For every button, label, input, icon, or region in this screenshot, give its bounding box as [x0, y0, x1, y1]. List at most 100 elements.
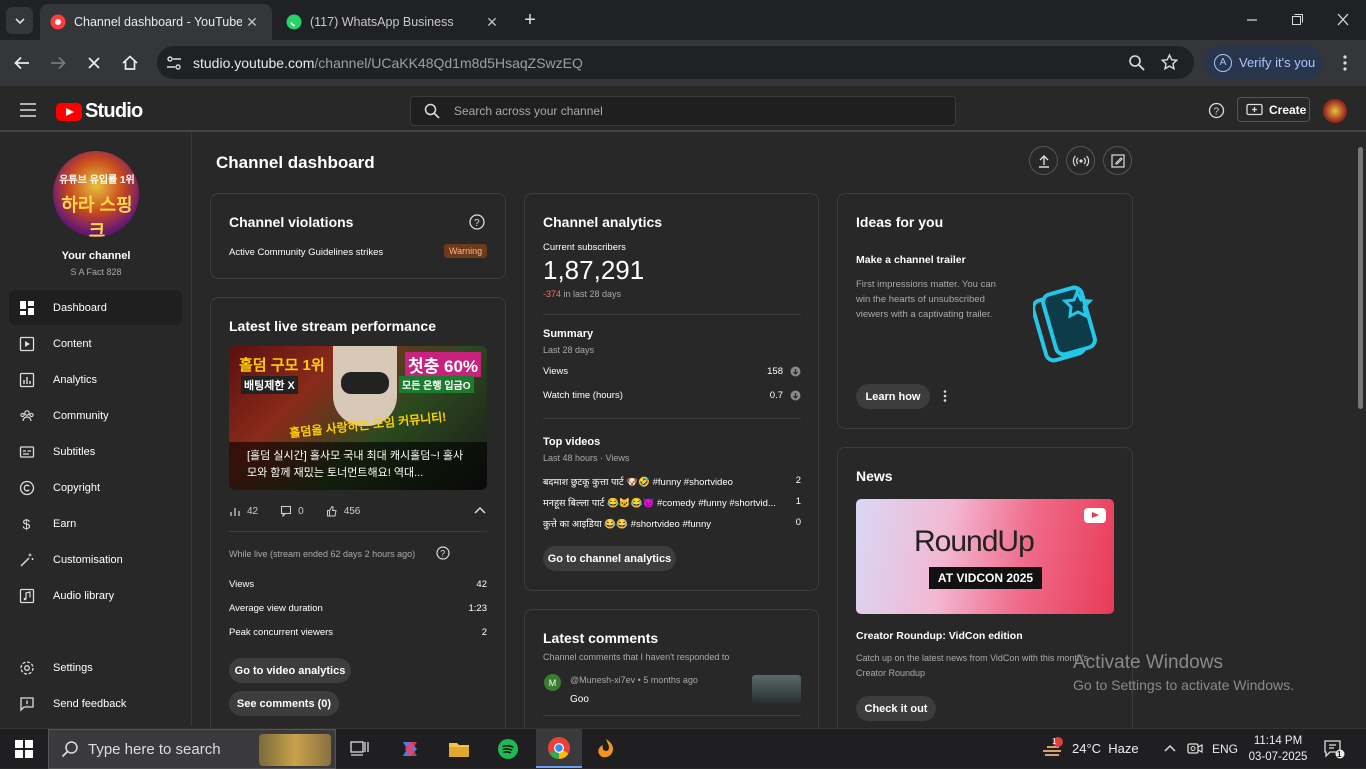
sidebar-item-customisation[interactable]: Customisation	[9, 542, 182, 577]
sidebar-item-content[interactable]: Content	[9, 326, 182, 361]
create-button[interactable]: Create	[1237, 97, 1310, 122]
url-path: /channel/UCaKK48Qd1m8d5HsaqZSwzEQ	[314, 54, 583, 71]
analytics-icon	[17, 370, 37, 390]
chrome-taskbar-icon[interactable]	[536, 729, 582, 768]
tab-title: Channel dashboard - YouTube Studio	[74, 15, 242, 29]
file-explorer-icon[interactable]	[443, 733, 475, 765]
top-video-row[interactable]: कुत्ते का आइडिया 😂😂 #shortvideo #funny 0	[543, 517, 801, 530]
channel-analytics-card: Channel analytics Current subscribers 1,…	[524, 193, 819, 591]
tab-search-button[interactable]	[6, 7, 33, 34]
card-title: Ideas for you	[856, 214, 944, 230]
spotify-icon[interactable]	[492, 733, 524, 765]
home-button[interactable]	[119, 52, 141, 74]
sidebar-item-copyright[interactable]: Copyright	[9, 470, 182, 505]
svg-text:?: ?	[474, 218, 480, 229]
clock-time: 11:14 PM	[1253, 735, 1303, 747]
scrollbar-thumb[interactable]	[1358, 147, 1363, 409]
sidebar-item-community[interactable]: Community	[9, 398, 182, 433]
close-window-button[interactable]	[1331, 9, 1355, 31]
account-avatar[interactable]	[1323, 99, 1347, 123]
top-videos-title: Top videos	[543, 436, 601, 448]
watermark-line2: Go to Settings to activate Windows.	[1073, 677, 1294, 693]
sidebar-item-audio-library[interactable]: Audio library	[9, 578, 182, 613]
taskbar-search-input[interactable]: Type here to search	[48, 729, 336, 769]
create-post-button[interactable]	[1103, 146, 1132, 175]
audio-library-icon	[17, 586, 37, 606]
fl-studio-icon[interactable]	[590, 733, 622, 765]
views-count: 42	[247, 505, 259, 517]
site-info-icon[interactable]	[165, 54, 183, 72]
help-icon[interactable]: ?	[436, 546, 450, 560]
go-to-video-analytics-button[interactable]: Go to video analytics	[229, 658, 351, 683]
weather-text[interactable]: 24°C Haze	[1072, 741, 1139, 756]
sidebar-item-subtitles[interactable]: Subtitles	[9, 434, 182, 469]
subtitles-icon	[17, 442, 37, 462]
notification-icon[interactable]	[1323, 739, 1345, 759]
commenter-avatar[interactable]: M	[544, 674, 561, 691]
verify-profile-button[interactable]: A Verify it's you	[1203, 46, 1323, 79]
page-scrollbar[interactable]	[1356, 133, 1366, 726]
hamburger-menu-icon[interactable]	[18, 101, 38, 119]
thumbnail-text: 홀덤 구모 1위	[239, 357, 325, 374]
studio-logo[interactable]: Studio	[56, 100, 143, 123]
see-comments-button[interactable]: See comments (0)	[229, 691, 339, 716]
feedback-icon	[17, 694, 37, 714]
go-live-button[interactable]	[1066, 146, 1095, 175]
browser-menu-icon[interactable]	[1334, 52, 1356, 74]
bookmark-star-icon[interactable]	[1160, 53, 1179, 72]
metric-row: Average view duration 1:23	[229, 603, 487, 614]
top-video-row[interactable]: बदमाश छुटकू कुत्ता पार्ट 🐶🤣 #funny #shor…	[543, 475, 801, 488]
sidebar-item-settings[interactable]: Settings	[9, 650, 182, 685]
edit-post-icon	[1110, 153, 1125, 168]
card-title: Latest live stream performance	[229, 318, 436, 334]
more-options-icon[interactable]	[942, 389, 948, 403]
news-image[interactable]: RoundUp AT VIDCON 2025	[856, 499, 1114, 614]
comment-video-thumbnail[interactable]	[752, 675, 801, 703]
restore-button[interactable]	[1285, 9, 1309, 31]
upload-button[interactable]	[1029, 146, 1058, 175]
sidebar-item-analytics[interactable]: Analytics	[9, 362, 182, 397]
stop-loading-button[interactable]	[83, 52, 105, 74]
news-card: News RoundUp AT VIDCON 2025 Creator Roun…	[837, 447, 1133, 739]
tab-whatsapp[interactable]: (117) WhatsApp Business ✕	[276, 4, 512, 40]
channel-avatar[interactable]: 유튜브 유입률 1위 하라 스핑크	[53, 151, 139, 237]
zoom-search-icon[interactable]	[1128, 54, 1146, 72]
minimize-button[interactable]	[1240, 9, 1264, 31]
sidebar-item-send-feedback[interactable]: Send feedback	[9, 686, 182, 721]
channel-search-input[interactable]: Search across your channel	[410, 96, 956, 126]
chevron-up-icon[interactable]	[1163, 741, 1177, 755]
youtube-play-icon	[56, 102, 82, 121]
new-tab-button[interactable]: +	[518, 10, 542, 32]
address-bar[interactable]: studio.youtube.com/channel/UCaKK48Qd1m8d…	[157, 46, 1194, 79]
help-icon[interactable]: ?	[469, 214, 485, 230]
back-button[interactable]	[11, 52, 33, 74]
your-channel-label: Your channel	[61, 250, 131, 262]
tab-youtube-studio[interactable]: Channel dashboard - YouTube Studio ✕	[40, 4, 272, 40]
sidebar-item-label: Settings	[53, 661, 93, 674]
chevron-up-icon[interactable]	[473, 505, 487, 515]
go-to-channel-analytics-button[interactable]: Go to channel analytics	[543, 546, 676, 571]
close-tab-icon[interactable]: ✕	[242, 14, 262, 31]
metric-label: Watch time (hours)	[543, 390, 623, 401]
close-tab-icon[interactable]: ✕	[482, 14, 502, 31]
top-video-row[interactable]: मनहूस बिल्ला पार्ट 😂🐱😂👿 #comedy #funny #…	[543, 496, 801, 509]
card-title: Latest comments	[543, 630, 659, 646]
sidebar-item-label: Community	[53, 409, 109, 422]
copilot-icon[interactable]	[394, 733, 426, 765]
language-indicator[interactable]: ENG	[1212, 742, 1238, 756]
search-icon	[424, 103, 440, 119]
likes-count: 456	[343, 505, 361, 517]
forward-button[interactable]	[47, 52, 69, 74]
camera-icon[interactable]	[1187, 740, 1203, 756]
task-view-icon[interactable]	[344, 733, 376, 765]
sidebar-item-dashboard[interactable]: Dashboard	[9, 290, 182, 325]
browser-toolbar: studio.youtube.com/channel/UCaKK48Qd1m8d…	[0, 40, 1366, 86]
help-icon[interactable]: ?	[1208, 102, 1225, 119]
live-stream-thumbnail[interactable]: 홀덤 구모 1위 배팅제한 X 첫충 60% 모든 은행 입금O 홀덤을 사랑하…	[229, 346, 487, 490]
check-it-out-button[interactable]: Check it out	[856, 696, 936, 721]
sidebar-item-earn[interactable]: $ Earn	[9, 506, 182, 541]
learn-how-button[interactable]: Learn how	[856, 384, 930, 409]
windows-start-icon[interactable]	[8, 733, 40, 765]
comment-author[interactable]: @Munesh-xi7ev	[570, 675, 635, 685]
taskbar-clock[interactable]: 11:14 PM 03-07-2025	[1248, 733, 1308, 765]
